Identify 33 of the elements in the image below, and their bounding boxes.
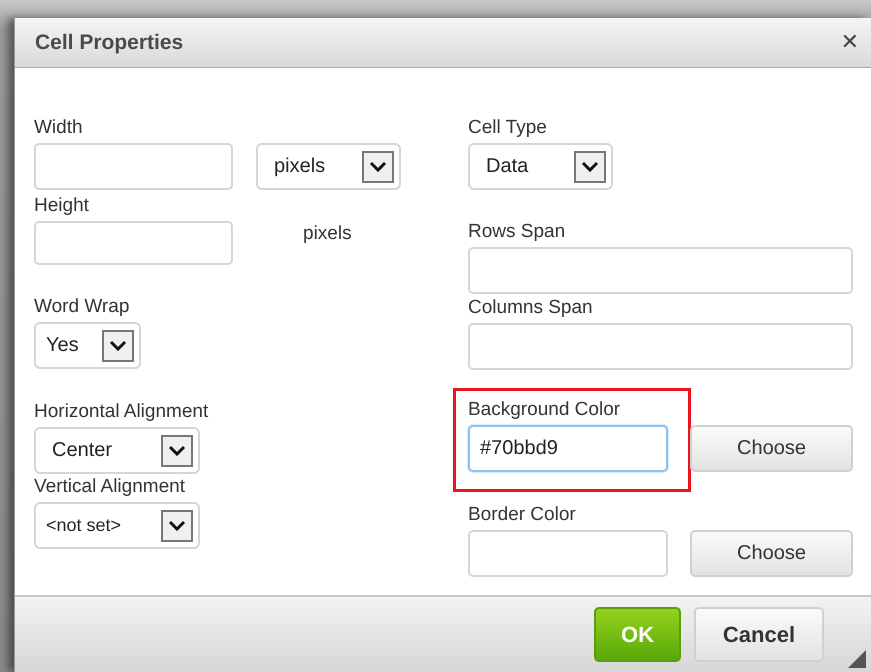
input-field[interactable]: [468, 247, 853, 294]
dropdown[interactable]: pixels: [256, 143, 401, 190]
input-field[interactable]: [34, 143, 233, 190]
dropdown[interactable]: <not set>: [34, 502, 200, 549]
choose-button[interactable]: Choose: [690, 530, 853, 577]
field-label: Height: [34, 196, 90, 216]
chevron-down-icon: [161, 510, 193, 542]
dropdown[interactable]: Center: [34, 427, 200, 474]
input-field[interactable]: #70bbd9: [468, 425, 668, 472]
dropdown[interactable]: Yes: [34, 322, 141, 369]
field-label: Columns Span: [468, 298, 594, 318]
field-label: Border Color: [468, 505, 577, 525]
chevron-down-icon: [161, 434, 193, 466]
window-title: Cell Properties: [35, 30, 184, 54]
field-label: Rows Span: [468, 222, 566, 242]
cancel-button[interactable]: Cancel: [694, 607, 824, 662]
chevron-down-icon: [102, 330, 134, 362]
unit-label: pixels: [303, 223, 352, 245]
field-label: Cell Type: [468, 118, 548, 138]
field-label: Vertical Alignment: [34, 477, 186, 497]
field-label: Horizontal Alignment: [34, 402, 210, 422]
field-label: Background Color: [468, 400, 622, 420]
chevron-down-icon: [574, 150, 606, 182]
field-label: Width: [34, 118, 84, 138]
input-field[interactable]: [468, 530, 668, 577]
input-field[interactable]: [34, 221, 233, 265]
chevron-down-icon: [362, 150, 394, 182]
input-field[interactable]: [468, 323, 853, 370]
field-label: Word Wrap: [34, 297, 130, 317]
choose-button[interactable]: Choose: [690, 425, 853, 472]
close-button[interactable]: ✕: [840, 30, 859, 55]
resize-grip-icon[interactable]: [848, 650, 866, 668]
dropdown[interactable]: Data: [468, 143, 613, 190]
